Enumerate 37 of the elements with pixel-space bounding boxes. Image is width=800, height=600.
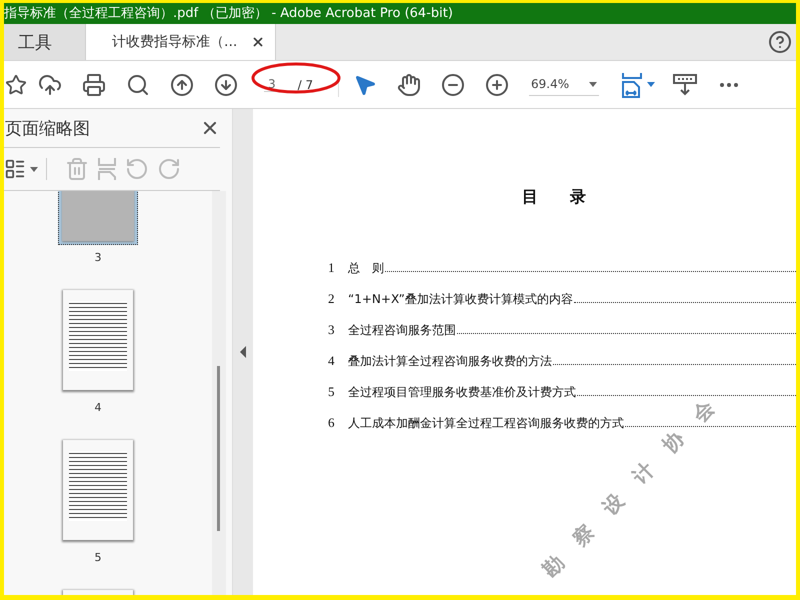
watermark-character: 协 bbox=[658, 428, 688, 456]
tab[interactable]: 工具 bbox=[4, 24, 86, 60]
sidebar-title: 页面缩略图 bbox=[4, 118, 90, 140]
toc-number: 2 bbox=[328, 291, 336, 307]
watermark-character: 察 bbox=[568, 520, 598, 550]
fit-width-icon[interactable] bbox=[621, 72, 643, 98]
caret-icon[interactable] bbox=[647, 82, 655, 87]
page-number-label: 5 bbox=[94, 551, 102, 564]
toc-number: 3 bbox=[328, 322, 336, 338]
zoom-dropdown[interactable]: 69.4% bbox=[529, 73, 599, 96]
watermark-character: 计 bbox=[628, 458, 658, 488]
toc-number: 4 bbox=[328, 353, 336, 369]
watermark-character: 勘 bbox=[538, 552, 568, 580]
toc-entry: 全过程项目管理服务收费基准价及计费方式 bbox=[348, 384, 576, 401]
watermark-character: 设 bbox=[598, 490, 628, 518]
page-number-label: 3 bbox=[94, 251, 102, 264]
watermark-character: 会 bbox=[688, 396, 718, 426]
toc-entry: 全过程咨询服务范围 bbox=[348, 322, 456, 339]
page-total: / 7 bbox=[298, 78, 314, 92]
toc-entry: 总 则 bbox=[348, 260, 384, 277]
tab[interactable]: 计收费指导标准（... bbox=[86, 24, 276, 60]
close-icon[interactable] bbox=[251, 35, 266, 49]
toc-entry: 叠加法计算全过程咨询服务收费的方法 bbox=[348, 353, 552, 370]
collapse-handle[interactable] bbox=[232, 109, 253, 595]
options-icon[interactable] bbox=[4, 158, 47, 180]
toc-number: 6 bbox=[328, 415, 336, 431]
toc-number: 1 bbox=[328, 260, 336, 276]
scrollbar[interactable] bbox=[212, 191, 226, 595]
star-icon[interactable] bbox=[4, 74, 28, 96]
keyboard-down-icon[interactable] bbox=[673, 74, 697, 96]
page-number-field[interactable]: 3 bbox=[264, 77, 284, 92]
toc-entry: “1+N+X”叠加法计算收费计算模式的内容 bbox=[348, 291, 573, 308]
toc-heading: 目 录 bbox=[521, 187, 595, 208]
toc-number: 5 bbox=[328, 384, 336, 400]
window-title: 指导标准（全过程工程咨询）.pdf （已加密） - Adobe Acrobat Pro (64-bit) bbox=[4, 6, 453, 21]
toc-entry: 人工成本加酬金计算全过程工程咨询服务收费的方式 bbox=[348, 415, 624, 432]
page-number-label: 4 bbox=[94, 401, 102, 414]
